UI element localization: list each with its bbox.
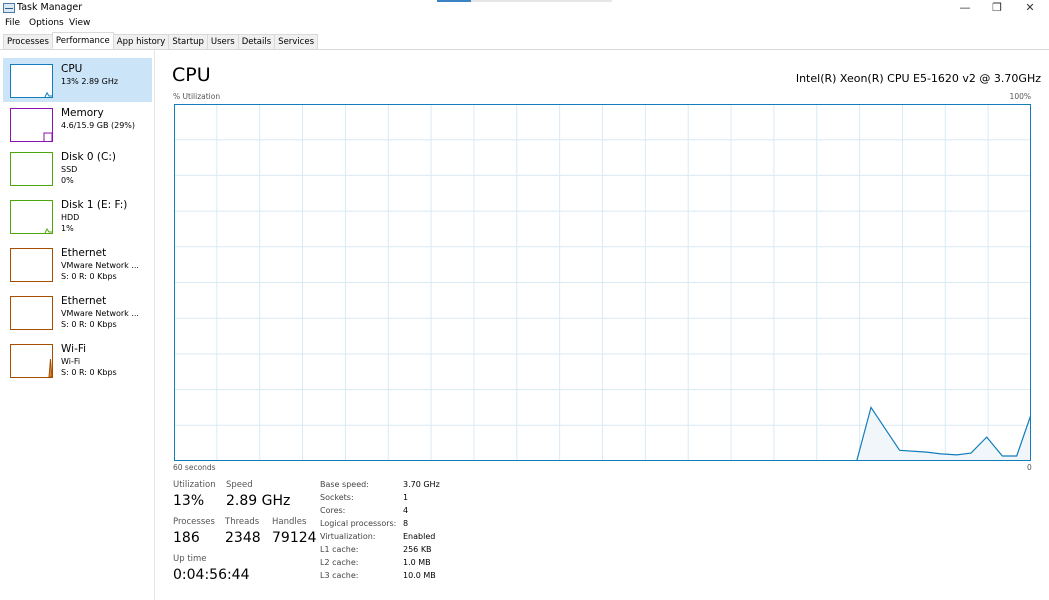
tab-divider xyxy=(0,49,1049,50)
menu-view[interactable]: View xyxy=(69,18,90,28)
sidebar-item-throughput: S: 0 R: 0 Kbps xyxy=(61,320,117,329)
threads-value: 2348 xyxy=(225,530,261,546)
sidebar-item-ethernet-1[interactable]: Ethernet VMware Network ... S: 0 R: 0 Kb… xyxy=(3,242,152,286)
sidebar-item-usage: 1% xyxy=(61,224,74,233)
sidebar-item-label: Ethernet xyxy=(61,295,107,307)
tab-bar: Processes Performance App history Startu… xyxy=(3,32,319,50)
sidebar-item-memory[interactable]: Memory 4.6/15.9 GB (29%) xyxy=(3,102,152,146)
maximize-button[interactable]: ❐ xyxy=(982,0,1012,16)
handles-label: Handles xyxy=(272,517,307,527)
sidebar-item-cpu[interactable]: CPU 13% 2.89 GHz xyxy=(3,58,152,102)
y-axis-label: % Utilization xyxy=(173,92,221,101)
uptime-value: 0:04:56:44 xyxy=(173,567,250,583)
utilization-value: 13% xyxy=(173,493,205,509)
processes-label: Processes xyxy=(173,517,215,527)
sidebar-item-label: Ethernet xyxy=(61,247,107,259)
menu-file[interactable]: File xyxy=(5,18,20,28)
handles-value: 79124 xyxy=(272,530,317,546)
memory-sparkline xyxy=(10,108,53,142)
tab-processes[interactable]: Processes xyxy=(3,34,53,50)
disk-1-sparkline xyxy=(10,200,53,234)
sidebar-item-wifi[interactable]: Wi-Fi Wi-Fi S: 0 R: 0 Kbps xyxy=(3,338,152,382)
processes-value: 186 xyxy=(173,530,200,546)
sidebar-item-throughput: S: 0 R: 0 Kbps xyxy=(61,272,117,281)
spec-label-base-speed: Base speed: xyxy=(320,480,369,489)
spec-value-logical-processors: 8 xyxy=(403,519,409,528)
sidebar-item-usage: 0% xyxy=(61,176,74,185)
spec-label-l2-cache: L2 cache: xyxy=(320,558,359,567)
task-manager-icon xyxy=(3,3,15,13)
menu-options[interactable]: Options xyxy=(29,18,64,28)
sidebar-item-disk-0[interactable]: Disk 0 (C:) SSD 0% xyxy=(3,146,152,190)
graph-grid xyxy=(174,104,1031,461)
spec-label-l3-cache: L3 cache: xyxy=(320,571,359,580)
sidebar-item-ethernet-2[interactable]: Ethernet VMware Network ... S: 0 R: 0 Kb… xyxy=(3,290,152,334)
sparkline-trace xyxy=(48,358,52,377)
spec-value-l3-cache: 10.0 MB xyxy=(403,571,436,580)
spec-value-sockets: 1 xyxy=(403,493,409,502)
speed-label: Speed xyxy=(226,480,253,490)
sidebar-item-label: Memory xyxy=(61,107,104,119)
utilization-label: Utilization xyxy=(173,480,216,490)
focus-indicator xyxy=(437,0,612,2)
sidebar-item-detail: 4.6/15.9 GB (29%) xyxy=(61,121,136,130)
title-bar: Task Manager — ❐ ✕ xyxy=(0,0,1049,17)
threads-label: Threads xyxy=(225,517,260,527)
tab-startup[interactable]: Startup xyxy=(168,34,208,50)
tab-app-history[interactable]: App history xyxy=(112,34,170,50)
spec-label-virtualization: Virtualization: xyxy=(320,532,376,541)
sidebar-item-label: CPU xyxy=(61,63,83,75)
spec-value-l1-cache: 256 KB xyxy=(403,545,432,554)
sidebar-item-detail: 13% 2.89 GHz xyxy=(61,77,119,86)
sidebar-item-type: HDD xyxy=(61,213,80,222)
spec-value-cores: 4 xyxy=(403,506,409,515)
disk-0-sparkline xyxy=(10,152,53,186)
speed-value: 2.89 GHz xyxy=(226,493,291,509)
sparkline-trace xyxy=(44,228,52,233)
spec-value-virtualization: Enabled xyxy=(403,532,436,541)
spec-label-sockets: Sockets: xyxy=(320,493,354,502)
memory-usage-mark xyxy=(43,132,52,141)
spec-label-cores: Cores: xyxy=(320,506,346,515)
spec-value-base-speed: 3.70 GHz xyxy=(403,480,440,489)
spec-value-l2-cache: 1.0 MB xyxy=(403,558,431,567)
x-axis-right-label: 0 xyxy=(1027,463,1032,472)
x-axis-left-label: 60 seconds xyxy=(173,463,216,472)
sidebar-item-label: Wi-Fi xyxy=(61,343,87,355)
uptime-label: Up time xyxy=(173,554,207,564)
tab-services[interactable]: Services xyxy=(274,34,319,50)
sidebar-item-throughput: S: 0 R: 0 Kbps xyxy=(61,368,117,377)
utilization-area xyxy=(856,407,1031,461)
ethernet-1-sparkline xyxy=(10,248,53,282)
page-title: CPU xyxy=(172,64,211,86)
tab-details[interactable]: Details xyxy=(237,34,276,50)
minimize-button[interactable]: — xyxy=(950,0,980,16)
wifi-sparkline xyxy=(10,344,53,378)
sidebar-item-adapter: VMware Network ... xyxy=(61,309,139,318)
sidebar-item-disk-1[interactable]: Disk 1 (E: F:) HDD 1% xyxy=(3,194,152,238)
sidebar-item-adapter: Wi-Fi xyxy=(61,357,81,366)
cpu-model-name: Intel(R) Xeon(R) CPU E5-1620 v2 @ 3.70GH… xyxy=(795,72,1041,85)
y-axis-max-label: 100% xyxy=(1009,92,1031,101)
sidebar-item-type: SSD xyxy=(61,165,78,174)
spec-label-l1-cache: L1 cache: xyxy=(320,545,359,554)
cpu-utilization-graph xyxy=(174,104,1031,461)
sidebar-item-label: Disk 1 (E: F:) xyxy=(61,199,128,211)
sidebar-item-adapter: VMware Network ... xyxy=(61,261,139,270)
ethernet-2-sparkline xyxy=(10,296,53,330)
sidebar-item-label: Disk 0 (C:) xyxy=(61,151,116,163)
cpu-sparkline xyxy=(10,64,53,98)
tab-users[interactable]: Users xyxy=(206,34,239,50)
sparkline-trace xyxy=(44,91,52,97)
close-button[interactable]: ✕ xyxy=(1015,0,1045,16)
spec-label-logical-processors: Logical processors: xyxy=(320,519,397,528)
tab-performance[interactable]: Performance xyxy=(51,32,114,49)
resource-sidebar: CPU 13% 2.89 GHz Memory 4.6/15.9 GB (29%… xyxy=(0,50,155,600)
window-title: Task Manager xyxy=(17,2,83,13)
